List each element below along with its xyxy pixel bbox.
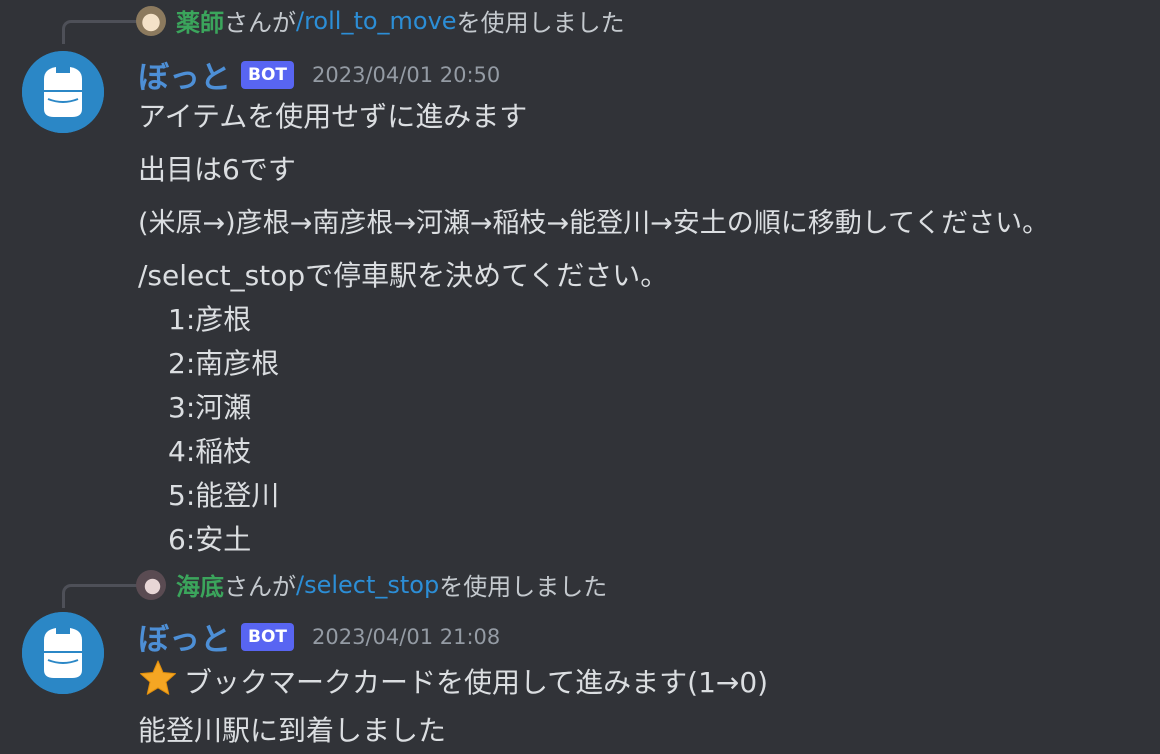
message-line: 能登川駅に到着しました [138,714,447,747]
option-item: 1:彦根 [168,303,252,336]
referenced-username[interactable]: 海底 [176,567,224,602]
message-line: (米原→)彦根→南彦根→河瀬→稲枝→能登川→安土の順に移動してください。 [138,208,1050,239]
reply-suffix: を使用しました [456,9,625,37]
option-item: 4:稲枝 [168,435,252,468]
reply-reference[interactable]: 海底 さんが /select_stop を使用しました [136,567,607,602]
referenced-user-avatar[interactable] [136,5,166,36]
reply-reference[interactable]: 薬師 さんが /roll_to_move を使用しました [136,3,625,38]
command-link[interactable]: /select_stop [296,571,439,599]
message-line: アイテムを使用せずに進みます [138,100,528,133]
reply-text: さんが [224,9,296,37]
author-name[interactable]: ぼっと [138,52,231,97]
bot-avatar[interactable] [22,51,104,133]
message-line: /select_stopで停車駅を決めてください。 [138,259,669,292]
option-item: 5:能登川 [168,479,280,512]
message-text: ブックマークカードを使用して進みます(1→0) [184,666,769,699]
message-header: ぼっと BOT 2023/04/01 21:08 [138,614,500,659]
bot-avatar-icon [22,51,104,133]
referenced-username[interactable]: 薬師 [176,3,224,38]
option-item: 2:南彦根 [168,347,280,380]
bot-avatar[interactable] [22,612,104,694]
author-name[interactable]: ぼっと [138,614,231,659]
referenced-user-avatar[interactable] [136,569,166,600]
bot-tag: BOT [241,60,295,89]
option-item: 3:河瀬 [168,391,252,424]
bot-tag: BOT [241,622,295,651]
reply-suffix: を使用しました [439,573,608,601]
message-line: ブックマークカードを使用して進みます(1→0) [138,658,768,705]
option-item: 6:安土 [168,523,252,556]
bot-avatar-icon [22,612,104,694]
reply-connector [62,20,138,44]
star-icon [138,658,178,705]
message-header: ぼっと BOT 2023/04/01 20:50 [138,52,500,97]
timestamp[interactable]: 2023/04/01 20:50 [312,63,500,87]
reply-text: さんが [224,573,296,601]
timestamp[interactable]: 2023/04/01 21:08 [312,625,500,649]
command-link[interactable]: /roll_to_move [296,7,457,35]
message-line: 出目は6です [138,153,296,186]
reply-connector [62,584,138,608]
